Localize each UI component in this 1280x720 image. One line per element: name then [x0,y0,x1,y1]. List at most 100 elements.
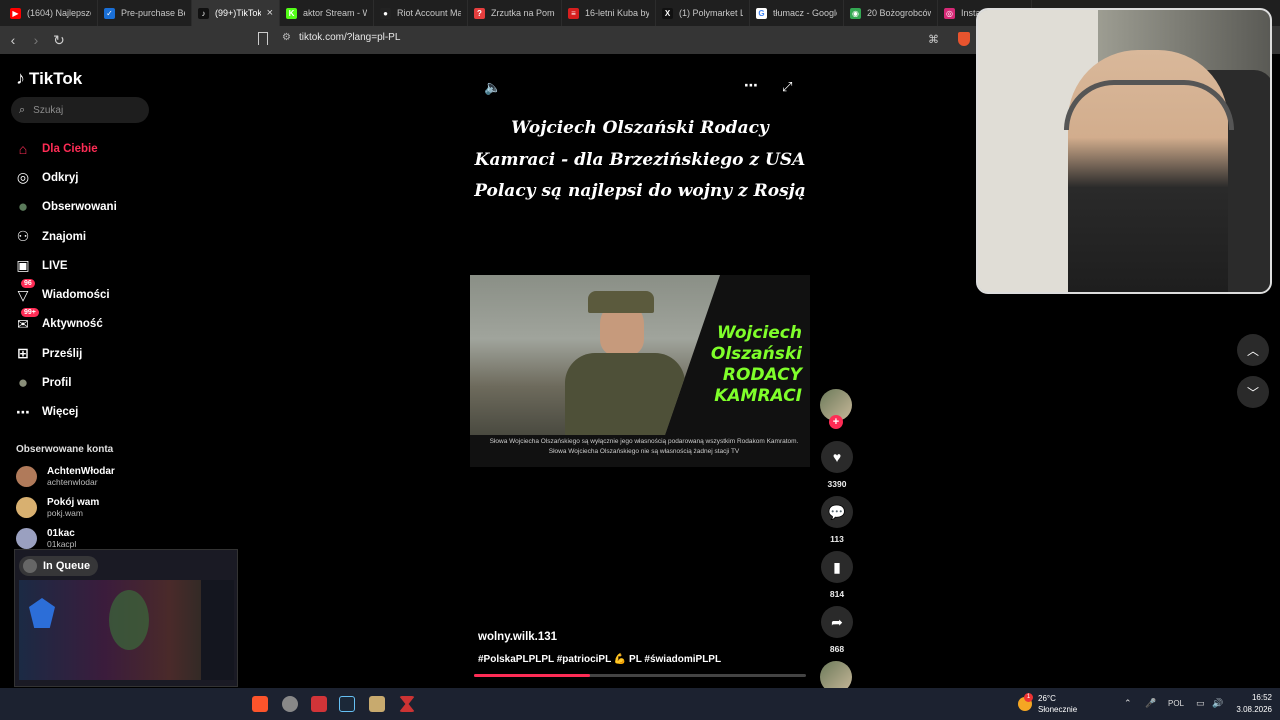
network-icon[interactable]: ▭ [1196,698,1205,709]
volume-icon[interactable]: 🔊 [1212,698,1223,709]
account-name: AchtenWłodar [47,466,115,477]
browser-tab[interactable]: ◉ 20 Bożogrobców [844,0,938,26]
messages-icon: ▽ 96 [14,279,35,304]
tray-chevron-icon[interactable]: ⌃ [1124,698,1132,709]
chevron-down-icon: ﹀ [1246,385,1259,400]
sidebar-item-znajomi[interactable]: ⚇ Znajomi [14,222,117,251]
league-client-icon[interactable] [369,696,385,712]
account-handle: pokj.wam [47,508,83,518]
account-handle: 01kacpl [47,539,77,549]
sidebar-item-prze-lij[interactable]: ⊞ Prześlij [14,339,117,368]
tab-title: 20 Bożogrobców [867,8,931,18]
sidebar-item-label: Więcej [42,406,79,419]
brave-browser-icon[interactable] [252,696,268,712]
fullscreen-icon[interactable]: ⤢ [782,79,792,95]
browser-tab[interactable]: X (1) Polymarket Lo [656,0,750,26]
weather-widget[interactable]: 1 26°C Słonecznie [1018,693,1077,715]
browser-tab[interactable]: ▶ (1604) Najlepsze [4,0,98,26]
clock[interactable]: 16:52 3.08.2026 [1236,692,1272,716]
sidebar-item-wiadomo-ci[interactable]: ▽ 96 Wiadomości [14,279,117,309]
sidebar-item-aktywno-[interactable]: ✉ 99+ Aktywność [14,308,117,339]
browser-tab[interactable]: Kaktor Stream - W [280,0,374,26]
site-settings-icon[interactable]: ⚙ [282,32,291,43]
tab-favicon-icon: X [662,7,673,19]
volume-icon[interactable]: 🔈 [484,79,501,96]
sidebar-item-live[interactable]: ▣ LIVE [14,251,117,280]
sidebar-item-label: Aktywność [42,318,103,331]
browser-tab[interactable]: ≡ 16-letni Kuba by [562,0,656,26]
sidebar-item-label: Prześlij [42,347,83,360]
comment-icon: 💬 [828,503,846,520]
thumbnail-text-line: Wojciech [717,323,802,343]
thumbnail-caption: Słowa Wojciecha Olszańskiego są wyłączni… [489,438,799,455]
share-count: 868 [829,644,845,654]
tab-title: aktor Stream - W [303,8,367,18]
tab-favicon-icon: ♪ [198,7,209,19]
like-button[interactable]: ♥ [821,441,853,473]
tab-favicon-icon: ? [474,7,485,19]
browser-tab[interactable]: ● Riot Account Ma [374,0,468,26]
video-progress-bar[interactable] [474,674,806,677]
sidebar-item-odkryj[interactable]: ◎ Odkryj [14,163,117,192]
video-author[interactable]: wolny.wilk.131 [478,631,557,643]
sidebar-item-wi-cej[interactable]: ⋯ Więcej [14,398,117,427]
back-button[interactable]: ‹ [3,30,23,50]
browser-tab[interactable]: ? Zrzutka na Pomo [468,0,562,26]
translate-icon[interactable]: ⌘ [928,33,939,46]
app-icon[interactable] [311,696,327,712]
app-icon[interactable] [282,696,298,712]
followed-account[interactable]: Pokój wam pokj.wam [16,497,99,518]
video-player[interactable]: 🔈 ⋯ ⤢ Wojciech Olszański Rodacy Kamraci … [470,65,810,677]
tab-title: (1) Polymarket Lo [679,8,743,18]
logo-text: TikTok [29,68,83,88]
notification-badge: 99+ [21,308,39,318]
language-indicator[interactable]: POL [1168,699,1184,708]
forward-button[interactable]: › [26,30,46,50]
steam-icon[interactable] [339,696,355,712]
browser-tab[interactable]: ♪ (99+)TikTok × [192,0,280,26]
url-field[interactable]: ⚙ tiktok.com/?lang=pl-PL [282,32,400,43]
comment-button[interactable]: 💬 [821,496,853,528]
tab-favicon-icon: ● [380,7,391,19]
account-handle: achtenwlodar [47,477,98,487]
more-options-icon[interactable]: ⋯ [744,77,758,94]
followed-account[interactable]: 01kac 01kacpl [16,528,76,549]
sidebar-item-dla-ciebie[interactable]: ⌂ Dla Ciebie [14,134,117,163]
reload-button[interactable]: ↻ [49,30,69,50]
sidebar-item-profil[interactable]: ● Profil [14,368,117,397]
save-button[interactable]: ▮ [821,551,853,583]
next-video-button[interactable]: ﹀ [1237,376,1269,408]
bookmark-icon[interactable] [258,32,268,45]
browser-tab[interactable]: Gtłumacz - Google [750,0,844,26]
sidebar-item-label: Znajomi [42,230,87,243]
sidebar-item-label: Wiadomości [42,289,110,302]
share-button[interactable]: ➦ [821,606,853,638]
follow-plus-icon[interactable]: + [829,415,843,429]
brave-shield-icon[interactable] [958,32,970,46]
tab-favicon-icon: ▶ [10,7,21,19]
video-hashtags[interactable]: #PolskaPLPLPL #patriociPL 💪 PL #świadomi… [478,654,721,665]
clock-time: 16:52 [1251,693,1272,702]
app-icon[interactable] [399,696,415,712]
activity-icon: ✉ 99+ [14,308,39,333]
previous-video-button[interactable]: ︿ [1237,334,1269,366]
headset [1064,80,1234,130]
sidebar-item-obserwowani[interactable]: ● Obserwowani [14,193,117,222]
creator-avatar[interactable]: + [820,389,852,429]
microphone-icon[interactable]: 🎤 [1145,698,1156,709]
tab-favicon-icon: ≡ [568,7,579,19]
tab-favicon-icon: ✓ [104,7,115,19]
search-box[interactable]: ⌕ [11,97,149,123]
tiktok-logo[interactable]: ♪ TikTok [16,68,82,89]
webcam-overlay [976,8,1272,294]
search-input[interactable] [33,104,134,116]
followed-account[interactable]: AchtenWłodar achtenwlodar [16,466,115,487]
main-nav: ⌂ Dla Ciebie ◎ Odkryj ● Obserwowani ⚇ Znajomi ▣ L… [14,134,117,427]
tab-favicon-icon: G [756,7,767,19]
tab-title: Riot Account Ma [397,8,461,18]
close-tab-icon[interactable]: × [267,7,273,19]
tab-title: 16-letni Kuba by [585,8,649,18]
friends-list-panel [201,580,234,680]
browser-tab[interactable]: ✓ Pre-purchase Be [98,0,192,26]
live-icon: ▣ [16,257,30,274]
